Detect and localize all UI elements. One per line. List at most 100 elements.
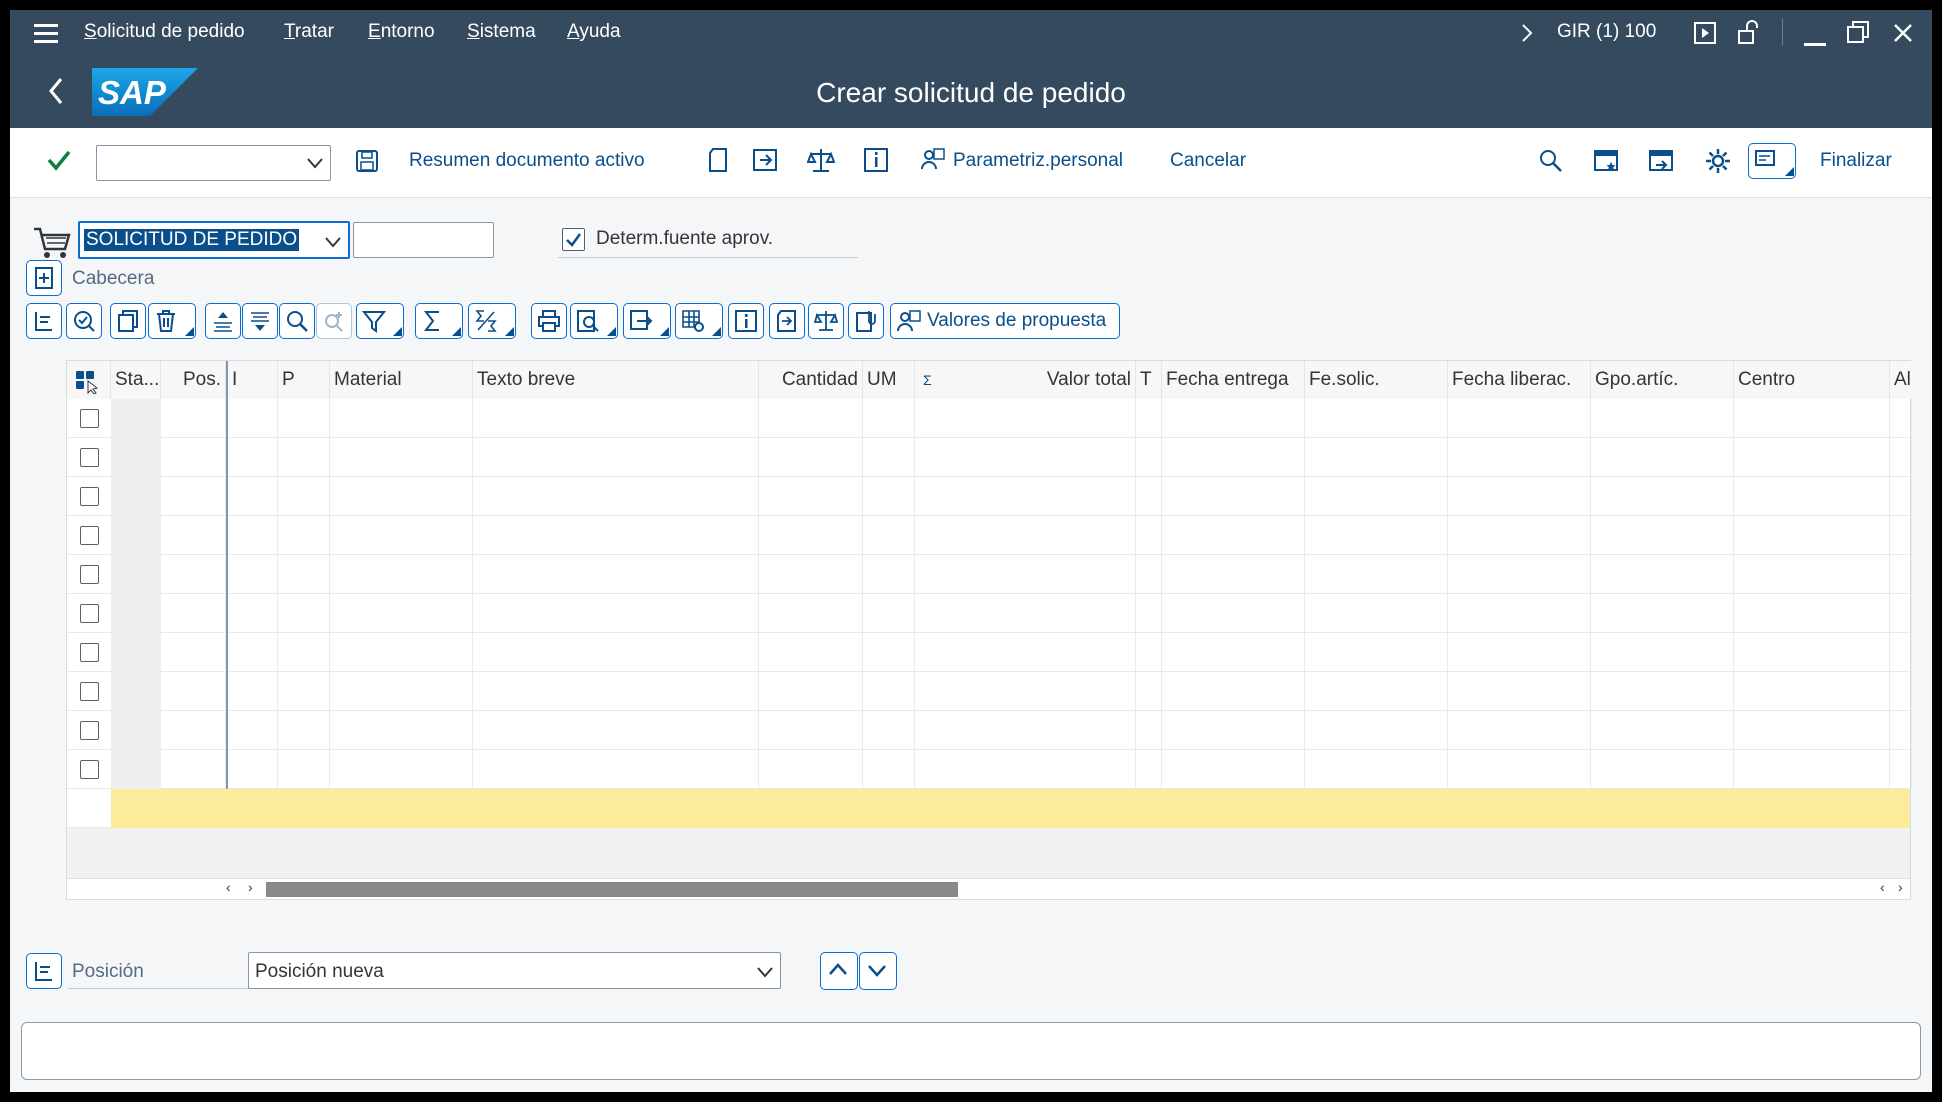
table-cell[interactable] bbox=[1890, 594, 1912, 633]
table-cell[interactable] bbox=[161, 594, 226, 633]
column-header-al[interactable]: Al bbox=[1890, 361, 1912, 399]
column-header-p[interactable]: P bbox=[278, 361, 330, 399]
grid-find-button[interactable] bbox=[279, 303, 315, 339]
grid-subtotal-button[interactable] bbox=[468, 303, 516, 339]
table-cell[interactable] bbox=[278, 399, 330, 438]
cancelar-button[interactable]: Cancelar bbox=[1170, 150, 1246, 172]
table-cell[interactable] bbox=[863, 399, 915, 438]
row-select-checkbox[interactable] bbox=[80, 721, 99, 740]
table-cell[interactable] bbox=[1890, 750, 1912, 789]
grid-attachment-button[interactable] bbox=[848, 303, 884, 339]
chevron-right-icon[interactable] bbox=[1520, 23, 1534, 43]
column-header-fe-solic[interactable]: Fe.solic. bbox=[1305, 361, 1448, 399]
table-cell[interactable] bbox=[1890, 399, 1912, 438]
table-cell[interactable] bbox=[1734, 672, 1890, 711]
row-select-checkbox[interactable] bbox=[80, 643, 99, 662]
table-cell[interactable] bbox=[1305, 672, 1448, 711]
table-cell[interactable] bbox=[278, 555, 330, 594]
table-cell[interactable] bbox=[111, 750, 161, 789]
table-cell[interactable] bbox=[1591, 594, 1734, 633]
table-cell[interactable] bbox=[1162, 711, 1305, 750]
table-cell[interactable] bbox=[278, 594, 330, 633]
table-cell[interactable] bbox=[161, 516, 226, 555]
table-cell[interactable] bbox=[863, 477, 915, 516]
scroll-left-icon[interactable]: ‹ bbox=[226, 879, 231, 895]
table-cell[interactable] bbox=[111, 711, 161, 750]
table-cell[interactable] bbox=[1136, 516, 1162, 555]
table-cell[interactable] bbox=[278, 516, 330, 555]
column-header-pos[interactable]: Pos. bbox=[161, 361, 226, 399]
table-cell[interactable] bbox=[1890, 555, 1912, 594]
menu-solicitud-de-pedido[interactable]: Solicitud de pedido bbox=[84, 21, 245, 43]
table-row[interactable] bbox=[67, 555, 1912, 594]
table-cell[interactable] bbox=[1734, 477, 1890, 516]
row-select-checkbox[interactable] bbox=[80, 526, 99, 545]
column-header-cantidad[interactable]: Cantidad bbox=[759, 361, 863, 399]
table-cell[interactable] bbox=[226, 399, 278, 438]
table-cell[interactable] bbox=[278, 750, 330, 789]
table-cell[interactable] bbox=[330, 594, 473, 633]
scales-icon[interactable] bbox=[807, 147, 835, 173]
table-cell[interactable] bbox=[1136, 672, 1162, 711]
minimize-icon[interactable] bbox=[1803, 24, 1827, 48]
column-header-gpo-artic[interactable]: Gpo.artíc. bbox=[1591, 361, 1734, 399]
table-cell[interactable] bbox=[1136, 477, 1162, 516]
table-cell[interactable] bbox=[1890, 711, 1912, 750]
column-header-material[interactable]: Material bbox=[330, 361, 473, 399]
table-cell[interactable] bbox=[915, 438, 1136, 477]
table-cell[interactable] bbox=[473, 672, 759, 711]
expand-header-button[interactable] bbox=[26, 260, 62, 296]
close-icon[interactable] bbox=[1892, 22, 1914, 44]
table-cell[interactable] bbox=[1591, 399, 1734, 438]
table-cell[interactable] bbox=[226, 477, 278, 516]
table-cell[interactable] bbox=[330, 477, 473, 516]
column-header-centro[interactable]: Centro bbox=[1734, 361, 1890, 399]
table-cell[interactable] bbox=[330, 750, 473, 789]
document-type-select[interactable]: SOLICITUD DE PEDIDO bbox=[78, 221, 350, 259]
table-cell[interactable] bbox=[161, 711, 226, 750]
menu-tratar[interactable]: Tratar bbox=[284, 21, 334, 43]
table-cell[interactable] bbox=[759, 399, 863, 438]
table-cell[interactable] bbox=[1162, 438, 1305, 477]
table-cell[interactable] bbox=[863, 516, 915, 555]
scroll-left-far-icon[interactable]: ‹ bbox=[1880, 879, 1885, 895]
table-row[interactable] bbox=[67, 399, 1912, 438]
table-cell[interactable] bbox=[1448, 477, 1591, 516]
table-cell[interactable] bbox=[111, 633, 161, 672]
table-cell[interactable] bbox=[473, 594, 759, 633]
table-cell[interactable] bbox=[759, 711, 863, 750]
scrollbar-thumb[interactable] bbox=[266, 882, 958, 897]
table-cell[interactable] bbox=[161, 555, 226, 594]
row-select-checkbox[interactable] bbox=[80, 448, 99, 467]
table-cell[interactable] bbox=[915, 399, 1136, 438]
grid-copy-button[interactable] bbox=[110, 303, 146, 339]
table-cell[interactable] bbox=[1162, 672, 1305, 711]
table-cell[interactable] bbox=[226, 750, 278, 789]
table-cell[interactable] bbox=[161, 399, 226, 438]
table-cell[interactable] bbox=[1591, 438, 1734, 477]
table-cell[interactable] bbox=[1448, 555, 1591, 594]
table-cell[interactable] bbox=[1162, 555, 1305, 594]
table-cell[interactable] bbox=[1136, 711, 1162, 750]
chevron-down-icon[interactable] bbox=[756, 965, 774, 979]
grid-sort-desc-button[interactable] bbox=[242, 303, 278, 339]
valores-de-propuesta-button[interactable]: Valores de propuesta bbox=[890, 303, 1120, 339]
table-cell[interactable] bbox=[278, 711, 330, 750]
table-cell[interactable] bbox=[111, 399, 161, 438]
grid-document-button[interactable] bbox=[769, 303, 805, 339]
table-cell[interactable] bbox=[161, 477, 226, 516]
table-cell[interactable] bbox=[226, 633, 278, 672]
table-cell[interactable] bbox=[1890, 672, 1912, 711]
grid-sort-asc-button[interactable] bbox=[205, 303, 241, 339]
table-cell[interactable] bbox=[863, 555, 915, 594]
column-header-t[interactable]: T bbox=[1136, 361, 1162, 399]
new-document-icon[interactable] bbox=[707, 147, 729, 173]
table-cell[interactable] bbox=[1448, 516, 1591, 555]
table-cell[interactable] bbox=[161, 750, 226, 789]
table-cell[interactable] bbox=[1305, 516, 1448, 555]
table-cell[interactable] bbox=[111, 438, 161, 477]
table-cell[interactable] bbox=[1162, 399, 1305, 438]
new-session-icon[interactable] bbox=[1648, 148, 1674, 174]
parametriz-personal-button[interactable]: Parametriz.personal bbox=[953, 150, 1123, 172]
grid-print-button[interactable] bbox=[531, 303, 567, 339]
